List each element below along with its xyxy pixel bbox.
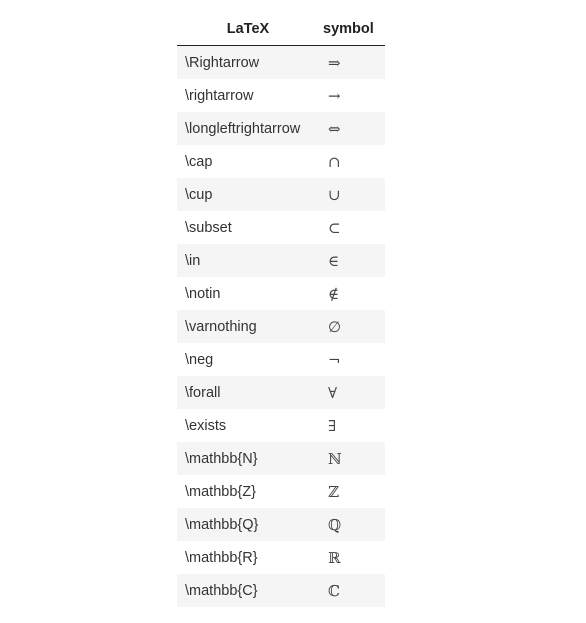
latex-command-cell: \notin xyxy=(177,277,319,310)
symbol-cell: ⇒ xyxy=(319,45,385,79)
table-row: \cup ∪ xyxy=(177,178,385,211)
table-row: \subset ⊂ xyxy=(177,211,385,244)
table-row: \mathbb{Q} ℚ xyxy=(177,508,385,541)
latex-command-cell: \exists xyxy=(177,409,319,442)
latex-command-cell: \rightarrow xyxy=(177,79,319,112)
symbol-cell: ⊂ xyxy=(319,211,385,244)
table-row: \varnothing ∅ xyxy=(177,310,385,343)
symbol-cell: ℝ xyxy=(319,541,385,574)
table-row: \mathbb{C} ℂ xyxy=(177,574,385,607)
table-row: \longleftrightarrow ⇔ xyxy=(177,112,385,145)
latex-command-cell: \longleftrightarrow xyxy=(177,112,319,145)
symbol-cell: → xyxy=(319,79,385,112)
table-row: \mathbb{R} ℝ xyxy=(177,541,385,574)
symbol-cell: ℤ xyxy=(319,475,385,508)
table-row: \Rightarrow ⇒ xyxy=(177,45,385,79)
table-row: \forall ∀ xyxy=(177,376,385,409)
latex-command-cell: \mathbb{Z} xyxy=(177,475,319,508)
symbol-cell: ∈ xyxy=(319,244,385,277)
latex-command-cell: \Rightarrow xyxy=(177,45,319,79)
symbol-cell: ∩ xyxy=(319,145,385,178)
latex-command-cell: \mathbb{N} xyxy=(177,442,319,475)
table-row: \mathbb{N} ℕ xyxy=(177,442,385,475)
column-header-symbol: symbol xyxy=(319,13,385,46)
symbol-cell: ℂ xyxy=(319,574,385,607)
symbol-cell: ⇔ xyxy=(319,112,385,145)
table-row: \rightarrow → xyxy=(177,79,385,112)
table-row: \exists ∃ xyxy=(177,409,385,442)
latex-command-cell: \mathbb{R} xyxy=(177,541,319,574)
header-row: LaTeX symbol xyxy=(177,13,385,46)
symbol-cell: ∃ xyxy=(319,409,385,442)
latex-command-cell: \cap xyxy=(177,145,319,178)
symbol-cell: ∉ xyxy=(319,277,385,310)
latex-command-cell: \mathbb{C} xyxy=(177,574,319,607)
symbol-cell: ∅ xyxy=(319,310,385,343)
latex-command-cell: \forall xyxy=(177,376,319,409)
symbol-cell: ¬ xyxy=(319,343,385,376)
latex-command-cell: \cup xyxy=(177,178,319,211)
table-header: LaTeX symbol xyxy=(177,13,385,46)
latex-command-cell: \in xyxy=(177,244,319,277)
latex-command-cell: \mathbb{Q} xyxy=(177,508,319,541)
table-row: \cap ∩ xyxy=(177,145,385,178)
symbol-cell: ℚ xyxy=(319,508,385,541)
table-row: \mathbb{Z} ℤ xyxy=(177,475,385,508)
symbol-cell: ∪ xyxy=(319,178,385,211)
column-header-latex: LaTeX xyxy=(177,13,319,46)
table-body: \Rightarrow ⇒ \rightarrow → \longleftrightar… xyxy=(177,45,385,607)
latex-command-cell: \varnothing xyxy=(177,310,319,343)
latex-command-cell: \subset xyxy=(177,211,319,244)
table-row: \in ∈ xyxy=(177,244,385,277)
latex-command-cell: \neg xyxy=(177,343,319,376)
symbol-cell: ∀ xyxy=(319,376,385,409)
table-row: \notin ∉ xyxy=(177,277,385,310)
latex-symbol-table: LaTeX symbol \Rightarrow ⇒ \rightarrow → \lo… xyxy=(177,13,385,607)
symbol-cell: ℕ xyxy=(319,442,385,475)
table-row: \neg ¬ xyxy=(177,343,385,376)
